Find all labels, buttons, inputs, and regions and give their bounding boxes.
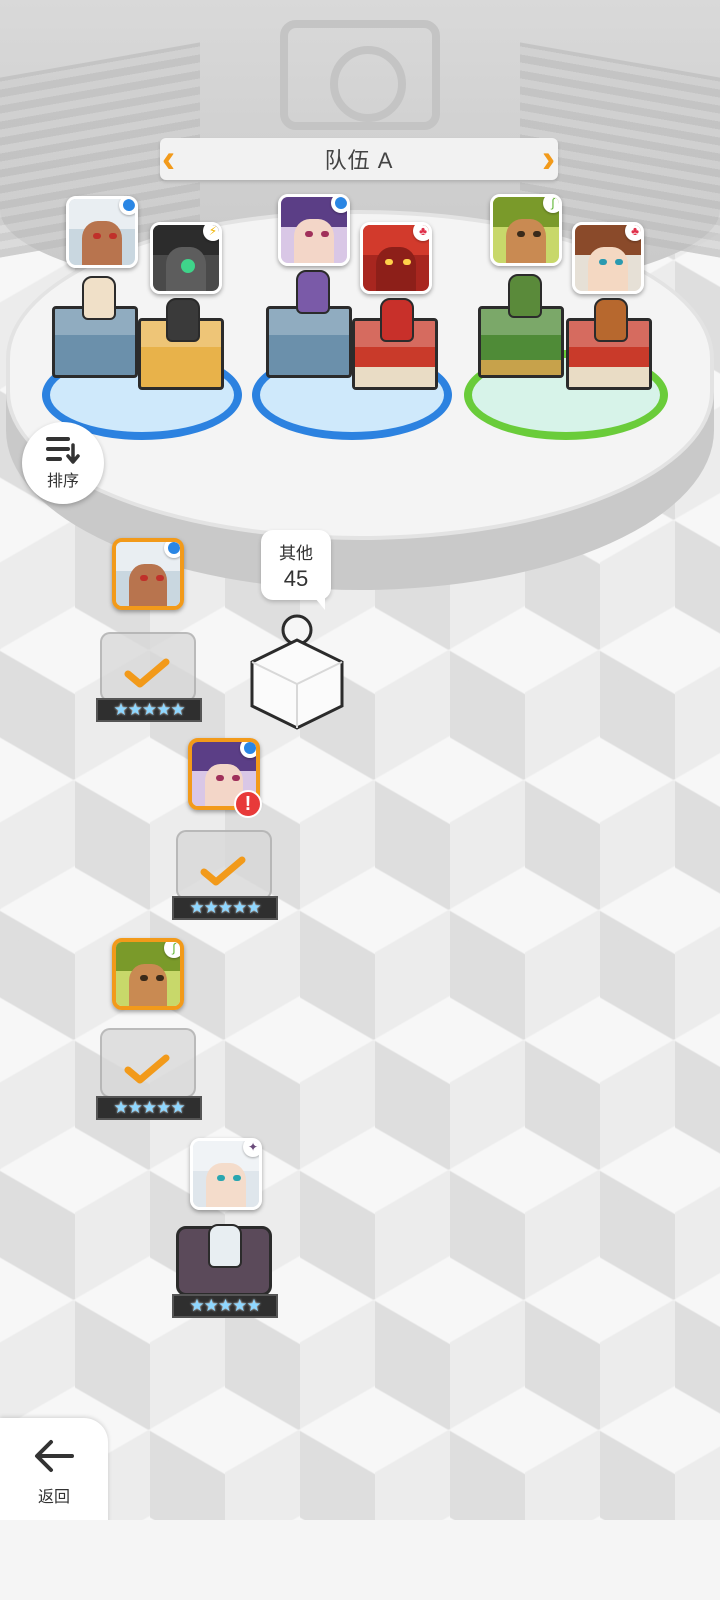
hero-star-rating: ★★★★★ xyxy=(96,698,202,722)
team-hero-portrait-2[interactable]: ⚡ xyxy=(150,222,222,294)
hero-list-portrait-4[interactable]: ✦ xyxy=(190,1138,262,1210)
other-heroes-bubble[interactable]: 其他 45 xyxy=(261,530,331,610)
team-selector: ‹ 队伍 A › xyxy=(160,138,558,180)
leaf-element-icon: ∫ xyxy=(164,942,180,958)
hero-star-rating: ★★★★★ xyxy=(172,896,278,920)
fire-element-icon: ♣ xyxy=(625,225,641,241)
selected-check-icon xyxy=(200,856,246,886)
empty-slot-cube[interactable] xyxy=(248,614,346,730)
dark-element-icon: ✦ xyxy=(243,1141,259,1157)
water-element-icon xyxy=(164,542,180,558)
hero-star-rating: ★★★★★ xyxy=(172,1294,278,1318)
hero-list-portrait-1[interactable] xyxy=(112,538,184,610)
hero-list-sprite-4[interactable] xyxy=(208,1224,242,1268)
hero-star-rating: ★★★★★ xyxy=(96,1096,202,1120)
hero-list-portrait-3[interactable]: ∫ xyxy=(112,938,184,1010)
sort-button[interactable]: 排序 xyxy=(22,422,104,504)
team-hero-sprite-5[interactable] xyxy=(508,274,542,318)
sort-icon xyxy=(46,437,80,464)
lightning-element-icon: ⚡ xyxy=(203,225,219,241)
team-hero-portrait-3[interactable] xyxy=(278,194,350,266)
team-hero-sprite-3[interactable] xyxy=(296,270,330,314)
selected-check-icon xyxy=(124,658,170,688)
arena-emblem xyxy=(280,20,440,130)
team-hero-sprite-4[interactable] xyxy=(380,298,414,342)
bottom-bar xyxy=(0,1520,720,1600)
selected-check-icon xyxy=(124,1054,170,1084)
team-hero-sprite-6[interactable] xyxy=(594,298,628,342)
back-button[interactable]: 返回 xyxy=(0,1418,108,1528)
team-hero-portrait-1[interactable] xyxy=(66,196,138,268)
team-title: 队伍 A xyxy=(324,148,394,173)
team-hero-sprite-2[interactable] xyxy=(166,298,200,342)
water-element-icon xyxy=(331,197,347,213)
warning-icon: ! xyxy=(234,790,262,818)
team-hero-block-3[interactable] xyxy=(266,306,352,378)
previous-team-chevron-icon[interactable]: ‹ xyxy=(156,138,182,180)
water-element-icon xyxy=(119,199,135,215)
sort-button-label: 排序 xyxy=(46,473,79,490)
other-heroes-label: 其他 xyxy=(279,543,313,563)
fire-element-icon: ♣ xyxy=(413,225,429,241)
next-team-chevron-icon[interactable]: › xyxy=(536,138,562,180)
team-hero-portrait-6[interactable]: ♣ xyxy=(572,222,644,294)
team-hero-portrait-4[interactable]: ♣ xyxy=(360,222,432,294)
water-element-icon xyxy=(240,742,256,758)
team-hero-sprite-1[interactable] xyxy=(82,276,116,320)
other-heroes-count: 45 xyxy=(283,565,309,591)
leaf-element-icon: ∫ xyxy=(543,197,559,213)
back-button-label: 返回 xyxy=(37,1489,70,1506)
arrow-left-icon xyxy=(35,1440,74,1472)
team-hero-portrait-5[interactable]: ∫ xyxy=(490,194,562,266)
